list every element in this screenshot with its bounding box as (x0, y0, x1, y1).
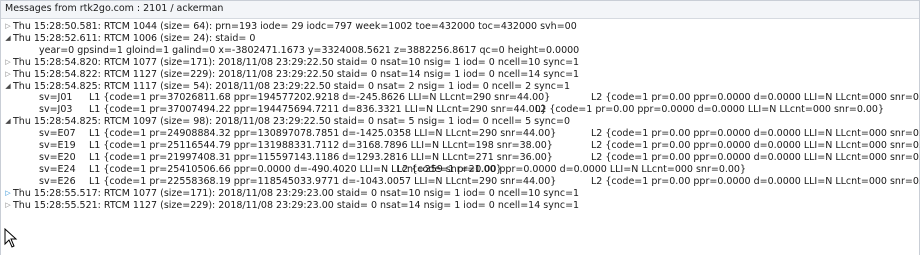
triangle-right-hover-icon[interactable]: ▷ (3, 188, 13, 199)
triangle-right-icon[interactable]: ▷ (3, 21, 13, 32)
triangle-right-icon[interactable]: ▷ (3, 57, 13, 68)
satellite-id: sv=E19 (39, 140, 76, 151)
satellite-id: sv=J01 (39, 92, 73, 104)
triangle-down-icon[interactable]: ◢ (3, 33, 13, 44)
message-summary: Thu 15:28:54.820: RTCM 1077 (size=171): … (13, 56, 580, 68)
l2-signal: L2 {code=1 pr=0.00 ppr=0.0000 d=0.0000 L… (591, 151, 920, 163)
triangle-right-icon[interactable]: ▷ (3, 200, 13, 211)
triangle-down-icon[interactable]: ◢ (3, 116, 13, 127)
message-row[interactable]: ▷ Thu 15:28:55.521: RTCM 1127 (size=229):… (1, 200, 919, 211)
message-summary: Thu 15:28:55.517: RTCM 1077 (size=171): … (13, 187, 580, 199)
message-row[interactable]: ◢ Thu 15:28:54.825: RTCM 1117 (size= 54):… (1, 81, 919, 92)
triangle-right-icon[interactable]: ▷ (3, 69, 13, 80)
l1-signal: L1 {code=1 pr=22558368.19 ppr=118545033.… (89, 175, 557, 187)
message-detail-row[interactable]: sv=E07 L1 {code=1 pr=24908884.32 ppr=1308… (1, 128, 920, 140)
l1-signal: L1 {code=1 pr=37007494.22 ppr=194475694.… (89, 104, 547, 116)
message-detail-row[interactable]: year=0 gpsind=1 gloind=1 galind=0 x=-380… (1, 45, 919, 56)
message-detail-row[interactable]: sv=E20 L1 {code=1 pr=21997408.31 ppr=1155… (1, 151, 920, 163)
message-summary: Thu 15:28:50.581: RTCM 1044 (size= 64): … (13, 21, 577, 32)
satellite-id: sv=E24 (39, 163, 76, 175)
message-summary: Thu 15:28:54.825: RTCM 1117 (size= 54): … (13, 80, 571, 92)
mouse-pointer-icon (4, 228, 18, 248)
l2-signal: L2 {code=1 pr=0.00 ppr=0.0000 d=0.0000 L… (591, 92, 920, 104)
message-detail-row[interactable]: sv=E19 L1 {code=1 pr=25116544.79 ppr=1319… (1, 140, 920, 151)
message-summary: Thu 15:28:54.825: RTCM 1097 (size= 98): … (13, 116, 571, 128)
l2-signal: L2 {code=1 pr=0.00 ppr=0.0000 d=0.0000 L… (591, 175, 920, 187)
l2-signal: L2 {code=1 pr=0.00 ppr=0.0000 d=0.0000 L… (591, 128, 920, 140)
message-detail-row[interactable]: sv=E26 L1 {code=1 pr=22558368.19 ppr=1185… (1, 175, 920, 187)
message-detail-row[interactable]: sv=E24 L1 {code=1 pr=25410506.66 ppr=0.00… (1, 164, 919, 175)
message-row[interactable]: ▷ Thu 15:28:54.820: RTCM 1077 (size=171):… (1, 57, 919, 68)
l1-signal: L1 {code=1 pr=21997408.31 ppr=115597143.… (89, 151, 553, 163)
message-summary: Thu 15:28:52.611: RTCM 1006 (size= 24): … (13, 32, 256, 44)
satellite-id: sv=J03 (39, 104, 73, 116)
window-title: Messages from rtk2go.com : 2101 / ackerm… (5, 3, 224, 14)
message-detail-text: year=0 gpsind=1 gloind=1 galind=0 x=-380… (39, 44, 580, 56)
message-tree[interactable]: ▷ Thu 15:28:50.581: RTCM 1044 (size= 64):… (0, 18, 920, 255)
triangle-down-icon[interactable]: ◢ (3, 81, 13, 92)
message-row[interactable]: ▷ Thu 15:28:55.517: RTCM 1077 (size=171):… (1, 188, 919, 199)
message-summary: Thu 15:28:55.521: RTCM 1127 (size=229): … (13, 199, 580, 211)
message-detail-row[interactable]: sv=J03 L1 {code=1 pr=37007494.22 ppr=1944… (1, 104, 919, 115)
satellite-id: sv=E20 (39, 151, 76, 163)
l2-signal: L2 {code=1 pr=0.00 ppr=0.0000 d=0.0000 L… (591, 140, 920, 151)
l1-signal: L1 {code=1 pr=24908884.32 ppr=130897078.… (89, 128, 557, 140)
message-row[interactable]: ▷ Thu 15:28:50.581: RTCM 1044 (size= 64):… (1, 21, 919, 32)
l1-signal: L1 {code=1 pr=25116544.79 ppr=131988331.… (89, 140, 553, 151)
message-row[interactable]: ◢ Thu 15:28:52.611: RTCM 1006 (size= 24):… (1, 33, 919, 44)
satellite-id: sv=E26 (39, 175, 76, 187)
l2-signal: L2 {code=1 pr=0.00 ppr=0.0000 d=0.0000 L… (535, 104, 885, 116)
message-detail-row[interactable]: sv=J01 L1 {code=1 pr=37026811.68 ppr=1945… (1, 92, 920, 104)
window-titlebar: Messages from rtk2go.com : 2101 / ackerm… (0, 0, 920, 19)
message-row[interactable]: ◢ Thu 15:28:54.825: RTCM 1097 (size= 98):… (1, 116, 919, 127)
message-row[interactable]: ▷ Thu 15:28:54.822: RTCM 1127 (size=229):… (1, 69, 919, 80)
message-summary: Thu 15:28:54.822: RTCM 1127 (size=229): … (13, 68, 580, 80)
l1-signal: L1 {code=1 pr=37026811.68 ppr=194577202.… (89, 92, 551, 104)
satellite-id: sv=E07 (39, 128, 76, 140)
l2-signal: L2 {code=1 pr=0.00 ppr=0.0000 d=0.0000 L… (397, 163, 747, 175)
